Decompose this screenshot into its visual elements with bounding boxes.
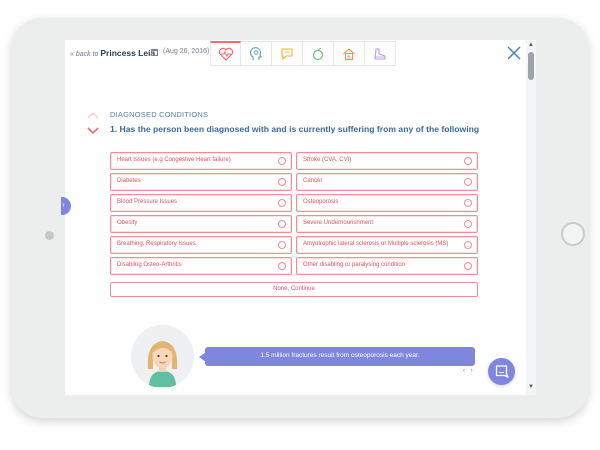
option-cancer[interactable]: Cancer <box>296 173 478 191</box>
assistant-avatar-icon <box>131 325 194 388</box>
none-continue-label: None, Continue <box>273 286 315 292</box>
tab-heart[interactable] <box>210 41 241 66</box>
option-als-ms[interactable]: Amyotrophic lateral sclerosis or Multipl… <box>296 236 478 254</box>
option-other-disabling[interactable]: Other disabling or paralysing condition <box>296 257 478 275</box>
radio-icon[interactable] <box>464 262 472 270</box>
apple-icon <box>312 47 324 60</box>
close-icon[interactable] <box>505 44 523 62</box>
radio-icon[interactable] <box>278 220 286 228</box>
shoe-icon <box>374 47 386 60</box>
option-heart-issues[interactable]: Heart Issues (e.g Congestive Heart failu… <box>110 152 292 170</box>
option-osteoporosis[interactable]: Osteoporosis <box>296 194 478 212</box>
option-label: Breathing, Respiratory Issues <box>117 241 196 247</box>
option-obesity[interactable]: Obesity <box>110 215 292 233</box>
radio-icon[interactable] <box>464 241 472 249</box>
head-icon <box>250 46 262 60</box>
option-label: Obesity <box>117 220 138 226</box>
tab-home[interactable] <box>334 41 365 66</box>
camera <box>45 231 54 240</box>
scroll-thumb[interactable] <box>528 52 534 80</box>
back-link[interactable]: « back to Princess Leia <box>70 48 155 58</box>
fact-bubble: 1.5 million fractures result from osteop… <box>199 347 475 366</box>
top-bar: « back to Princess Leia (Aug 26, 2016) <box>65 40 536 68</box>
option-label: Amyotrophic lateral sclerosis or Multipl… <box>303 241 449 247</box>
avatar <box>131 325 194 388</box>
scroll-up-icon[interactable]: ▲ <box>528 42 534 48</box>
section-title: DIAGNOSED CONDITIONS <box>110 110 209 119</box>
radio-icon[interactable] <box>464 220 472 228</box>
option-label: Severe Undernourishment <box>303 220 374 226</box>
assessment-date: (Aug 26, 2016) <box>163 48 210 55</box>
person-name: Princess Leia <box>100 48 156 58</box>
question-text: 1. Has the person been diagnosed with an… <box>110 124 480 134</box>
radio-icon[interactable] <box>464 199 472 207</box>
tab-nutrition[interactable] <box>303 41 334 66</box>
option-label: Cancer <box>303 178 323 184</box>
tab-mind[interactable] <box>241 41 272 66</box>
next-question-icon[interactable] <box>86 125 100 137</box>
message-icon <box>495 365 509 378</box>
app-screen: « back to Princess Leia (Aug 26, 2016) ▲… <box>65 40 536 395</box>
home-button[interactable] <box>561 222 585 246</box>
back-prefix: « back to <box>70 51 99 58</box>
radio-icon[interactable] <box>464 157 472 165</box>
calendar-icon <box>151 49 158 56</box>
option-label: Disabling Osteo-Arthritis <box>117 262 182 268</box>
option-stroke[interactable]: Stroke (CVA, CVI) <box>296 152 478 170</box>
fact-text: 1.5 million fractures result from osteop… <box>260 352 420 359</box>
option-label: Diabetes <box>117 178 141 184</box>
option-breathing[interactable]: Breathing, Respiratory Issues <box>110 236 292 254</box>
option-label: Heart Issues (e.g Congestive Heart failu… <box>117 157 231 163</box>
tab-mobility[interactable] <box>365 41 396 66</box>
option-diabetes[interactable]: Diabetes <box>110 173 292 191</box>
previous-question-icon[interactable] <box>86 109 100 121</box>
radio-icon[interactable] <box>278 199 286 207</box>
home-icon <box>343 47 355 60</box>
scroll-down-icon[interactable]: ▼ <box>528 384 534 390</box>
fact-nav-arrows[interactable]: ‹ › <box>463 368 475 374</box>
heart-icon <box>218 47 233 61</box>
chat-launcher-button[interactable] <box>488 358 515 385</box>
tab-communication[interactable] <box>272 41 303 66</box>
option-blood-pressure[interactable]: Blood Pressure Issues <box>110 194 292 212</box>
chat-icon <box>281 47 293 60</box>
radio-icon[interactable] <box>278 262 286 270</box>
none-continue-button[interactable]: None, Continue <box>110 282 478 297</box>
category-tabs <box>210 41 396 66</box>
radio-icon[interactable] <box>278 178 286 186</box>
option-label: Other disabling or paralysing condition <box>303 262 406 268</box>
radio-icon[interactable] <box>278 157 286 165</box>
radio-icon[interactable] <box>278 241 286 249</box>
option-undernourishment[interactable]: Severe Undernourishment <box>296 215 478 233</box>
chevron-right-icon: › <box>62 200 65 209</box>
option-label: Osteoporosis <box>303 199 339 205</box>
scrollbar[interactable]: ▲ ▼ <box>526 40 536 395</box>
option-label: Stroke (CVA, CVI) <box>303 157 352 163</box>
radio-icon[interactable] <box>464 178 472 186</box>
option-label: Blood Pressure Issues <box>117 199 178 205</box>
option-osteo-arthritis[interactable]: Disabling Osteo-Arthritis <box>110 257 292 275</box>
